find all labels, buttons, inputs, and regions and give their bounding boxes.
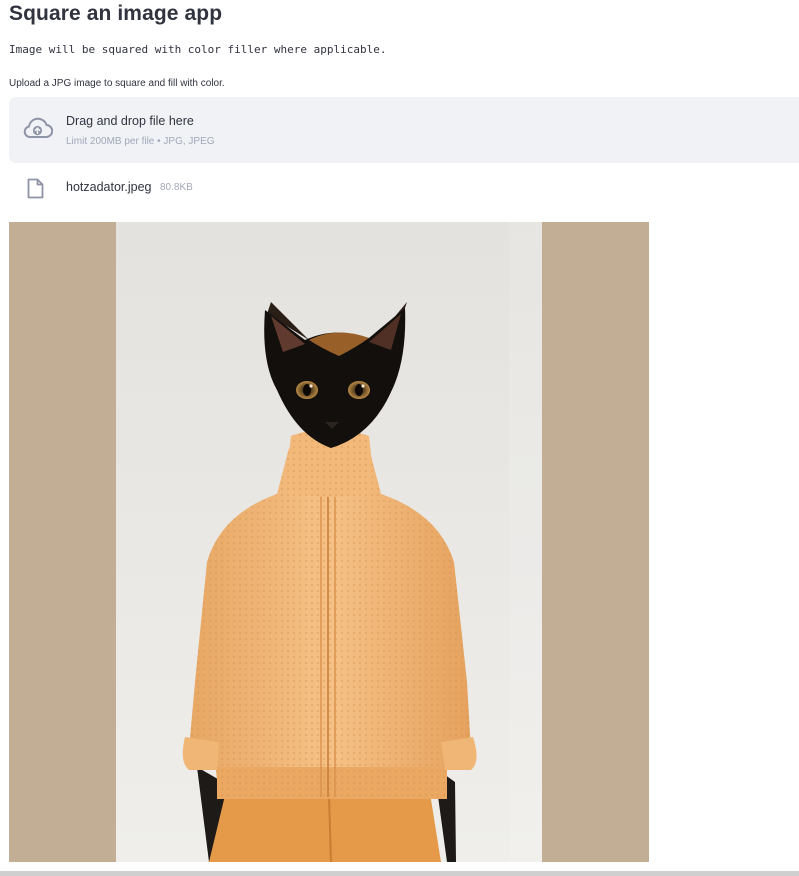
file-icon xyxy=(27,178,44,199)
squared-image xyxy=(9,222,649,862)
dropzone-limit: Limit 200MB per file • JPG, JPEG xyxy=(66,136,215,147)
subtitle-code: Image will be squared with color filler … xyxy=(9,43,387,56)
filler-left xyxy=(9,222,116,862)
uploader-label: Upload a JPG image to square and fill wi… xyxy=(9,78,225,89)
cloud-upload-icon xyxy=(23,117,53,138)
dropzone-title: Drag and drop file here xyxy=(66,114,194,128)
file-name: hotzadator.jpeg xyxy=(66,180,152,194)
file-dropzone[interactable]: Drag and drop file here Limit 200MB per … xyxy=(9,97,799,163)
app-root: Square an image app Image will be square… xyxy=(0,0,799,876)
file-size: 80.8KB xyxy=(160,182,193,193)
page-title: Square an image app xyxy=(9,2,223,25)
filler-right xyxy=(542,222,649,862)
bottom-divider xyxy=(0,871,799,876)
uploaded-file-row: hotzadator.jpeg 80.8KB xyxy=(9,173,509,203)
